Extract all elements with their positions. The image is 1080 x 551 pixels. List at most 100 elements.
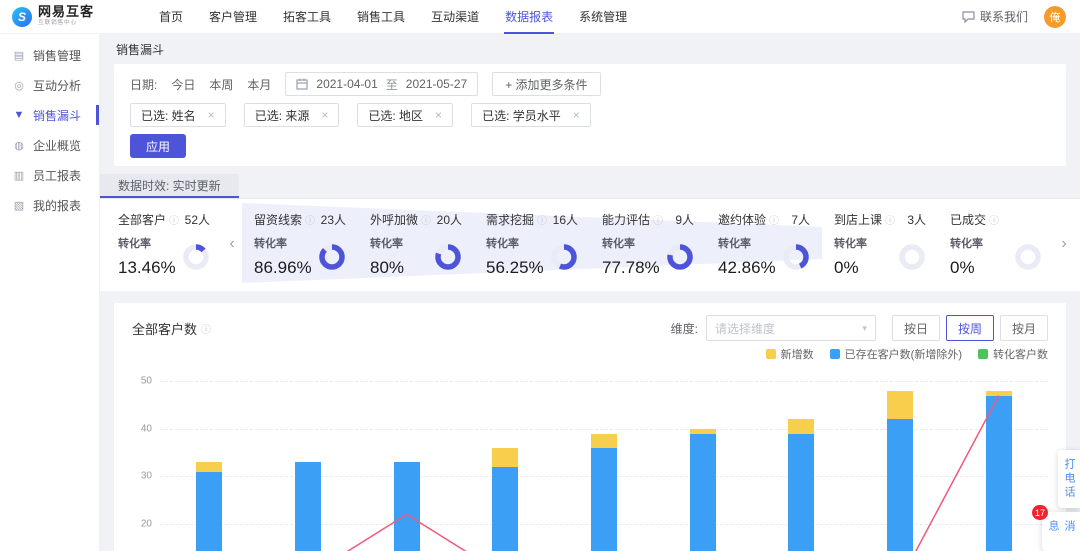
bar-8[interactable] [986,391,1012,551]
nav-item-0[interactable]: 首页 [146,0,196,34]
funnel-card: 全部客户ⓘ52人转化率13.46%‹留资线索ⓘ23人转化率86.96%外呼加微ⓘ… [100,199,1080,291]
nav-item-6[interactable]: 系统管理 [566,0,640,34]
period-button-2[interactable]: 按月 [1000,315,1048,341]
info-icon: ⓘ [885,212,895,227]
legend-label: 已存在客户数(新增除外) [845,346,962,362]
bar-new-segment [196,462,222,472]
bar-5[interactable] [690,429,716,551]
contact-us-button[interactable]: 联系我们 [962,8,1028,25]
filter-chip-0[interactable]: 已选: 姓名× [130,103,226,127]
bar-3[interactable] [492,448,518,551]
date-range-picker[interactable]: 2021-04-01 至 2021-05-27 [285,72,478,96]
y-tick-label: 50 [141,376,152,387]
bar-existing-segment [295,462,321,551]
y-tick-label: 40 [141,423,152,434]
brand-name: 网易互客 [38,5,94,18]
sidebar-item-0[interactable]: ▤ 销售管理 [0,40,99,70]
bar-2[interactable] [394,462,420,551]
stage-name-label: 邀约体验 [718,211,766,228]
dimension-select[interactable]: 请选择维度 ▾ [706,315,876,341]
brand-subtitle: 互联销售中心 [38,18,78,26]
info-icon: ⓘ [769,212,779,227]
top-navbar: S 网易互客 互联销售中心 首页客户管理拓客工具销售工具互动渠道数据报表系统管理… [0,0,1080,34]
close-icon[interactable]: × [573,108,580,122]
call-float-button[interactable]: 打电话 [1058,450,1080,508]
bar-1[interactable] [295,462,321,551]
close-icon[interactable]: × [208,108,215,122]
filter-chip-1[interactable]: 已选: 来源× [244,103,340,127]
message-float-button[interactable]: 17 消息 [1042,512,1080,551]
tab-data-freshness[interactable]: 数据时效: 实时更新 [100,174,239,198]
nav-item-4[interactable]: 互动渠道 [418,0,492,34]
close-icon[interactable]: × [435,108,442,122]
sidebar-item-2[interactable]: ▼销售漏斗 [0,100,99,130]
date-from-value: 2021-04-01 [316,77,377,91]
conversion-donut [666,243,694,271]
bar-0[interactable] [196,462,222,551]
bar-4[interactable] [591,434,617,551]
bar-new-segment [492,448,518,467]
chevron-right-icon[interactable]: › [1054,207,1074,281]
funnel-stage-7: 已成交ⓘ转化率0% [938,207,1054,281]
dimension-label: 维度: [671,320,698,337]
legend-item-0[interactable]: 新增数 [766,347,814,361]
bar-6[interactable] [788,419,814,551]
conversion-rate-label: 转化率 [370,235,404,251]
bar-existing-segment [196,472,222,551]
filter-chip-3[interactable]: 已选: 学员水平× [471,103,591,127]
conversion-rate-value: 86.96% [254,258,312,278]
contact-us-label: 联系我们 [980,8,1028,25]
conversion-donut [782,243,810,271]
chevron-left-icon[interactable]: ‹ [222,207,242,281]
conversion-donut [182,243,210,271]
conversion-rate-value: 56.25% [486,258,544,278]
conversion-rate-label: 转化率 [486,235,544,251]
conversion-donut [1014,243,1042,271]
add-condition-button[interactable]: + 添加更多条件 [492,72,600,96]
chart-title: 全部客户数 [132,319,197,338]
bar-7[interactable] [887,391,913,551]
sidebar-item-3[interactable]: ◍企业概览 [0,130,99,160]
funnel-stage-0: 全部客户ⓘ52人转化率13.46% [106,207,222,281]
sales-manage-icon: ▤ [13,49,25,62]
stage-count: 23人 [321,211,346,228]
quick-date-options: 今日本周本月 [171,76,271,93]
period-button-0[interactable]: 按日 [892,315,940,341]
sidebar-item-4[interactable]: ▥员工报表 [0,160,99,190]
funnel-stage-1: 留资线索ⓘ23人转化率86.96% [242,207,358,281]
funnel-stage-2: 外呼加微ⓘ20人转化率80% [358,207,474,281]
sidebar-item-1[interactable]: ◎互动分析 [0,70,99,100]
apply-button[interactable]: 应用 [130,134,186,158]
filter-chip-2[interactable]: 已选: 地区× [357,103,453,127]
nav-item-3[interactable]: 销售工具 [344,0,418,34]
staff-report-icon: ▥ [13,169,25,182]
y-axis: 20304050 [132,369,160,551]
company-overview-icon: ◍ [13,139,25,152]
quick-date-2[interactable]: 本月 [247,76,271,93]
nav-item-1[interactable]: 客户管理 [196,0,270,34]
bar-existing-segment [887,419,913,551]
conversion-donut [434,243,462,271]
legend-item-1[interactable]: 已存在客户数(新增除外) [830,347,962,361]
conversion-rate-value: 0% [834,258,867,278]
conversion-rate-value: 80% [370,258,404,278]
nav-item-2[interactable]: 拓客工具 [270,0,344,34]
quick-date-1[interactable]: 本周 [209,76,233,93]
funnel-stage-6: 到店上课ⓘ3人转化率0% [822,207,938,281]
calendar-icon [296,78,308,90]
conversion-donut [898,243,926,271]
legend-swatch [830,349,840,359]
sidebar-item-label: 销售管理 [33,47,81,64]
stage-name-label: 留资线索 [254,211,302,228]
stage-count: 9人 [675,211,694,228]
legend-item-2[interactable]: 转化客户数 [978,347,1048,361]
close-icon[interactable]: × [321,108,328,122]
user-avatar[interactable]: 俺 [1044,6,1066,28]
legend-swatch [978,349,988,359]
period-button-1[interactable]: 按周 [946,315,994,341]
quick-date-0[interactable]: 今日 [171,76,195,93]
sidebar-item-5[interactable]: ▧我的报表 [0,190,99,220]
stage-name-label: 外呼加微 [370,211,418,228]
conversion-rate-label: 转化率 [118,235,176,251]
nav-item-5[interactable]: 数据报表 [492,0,566,34]
